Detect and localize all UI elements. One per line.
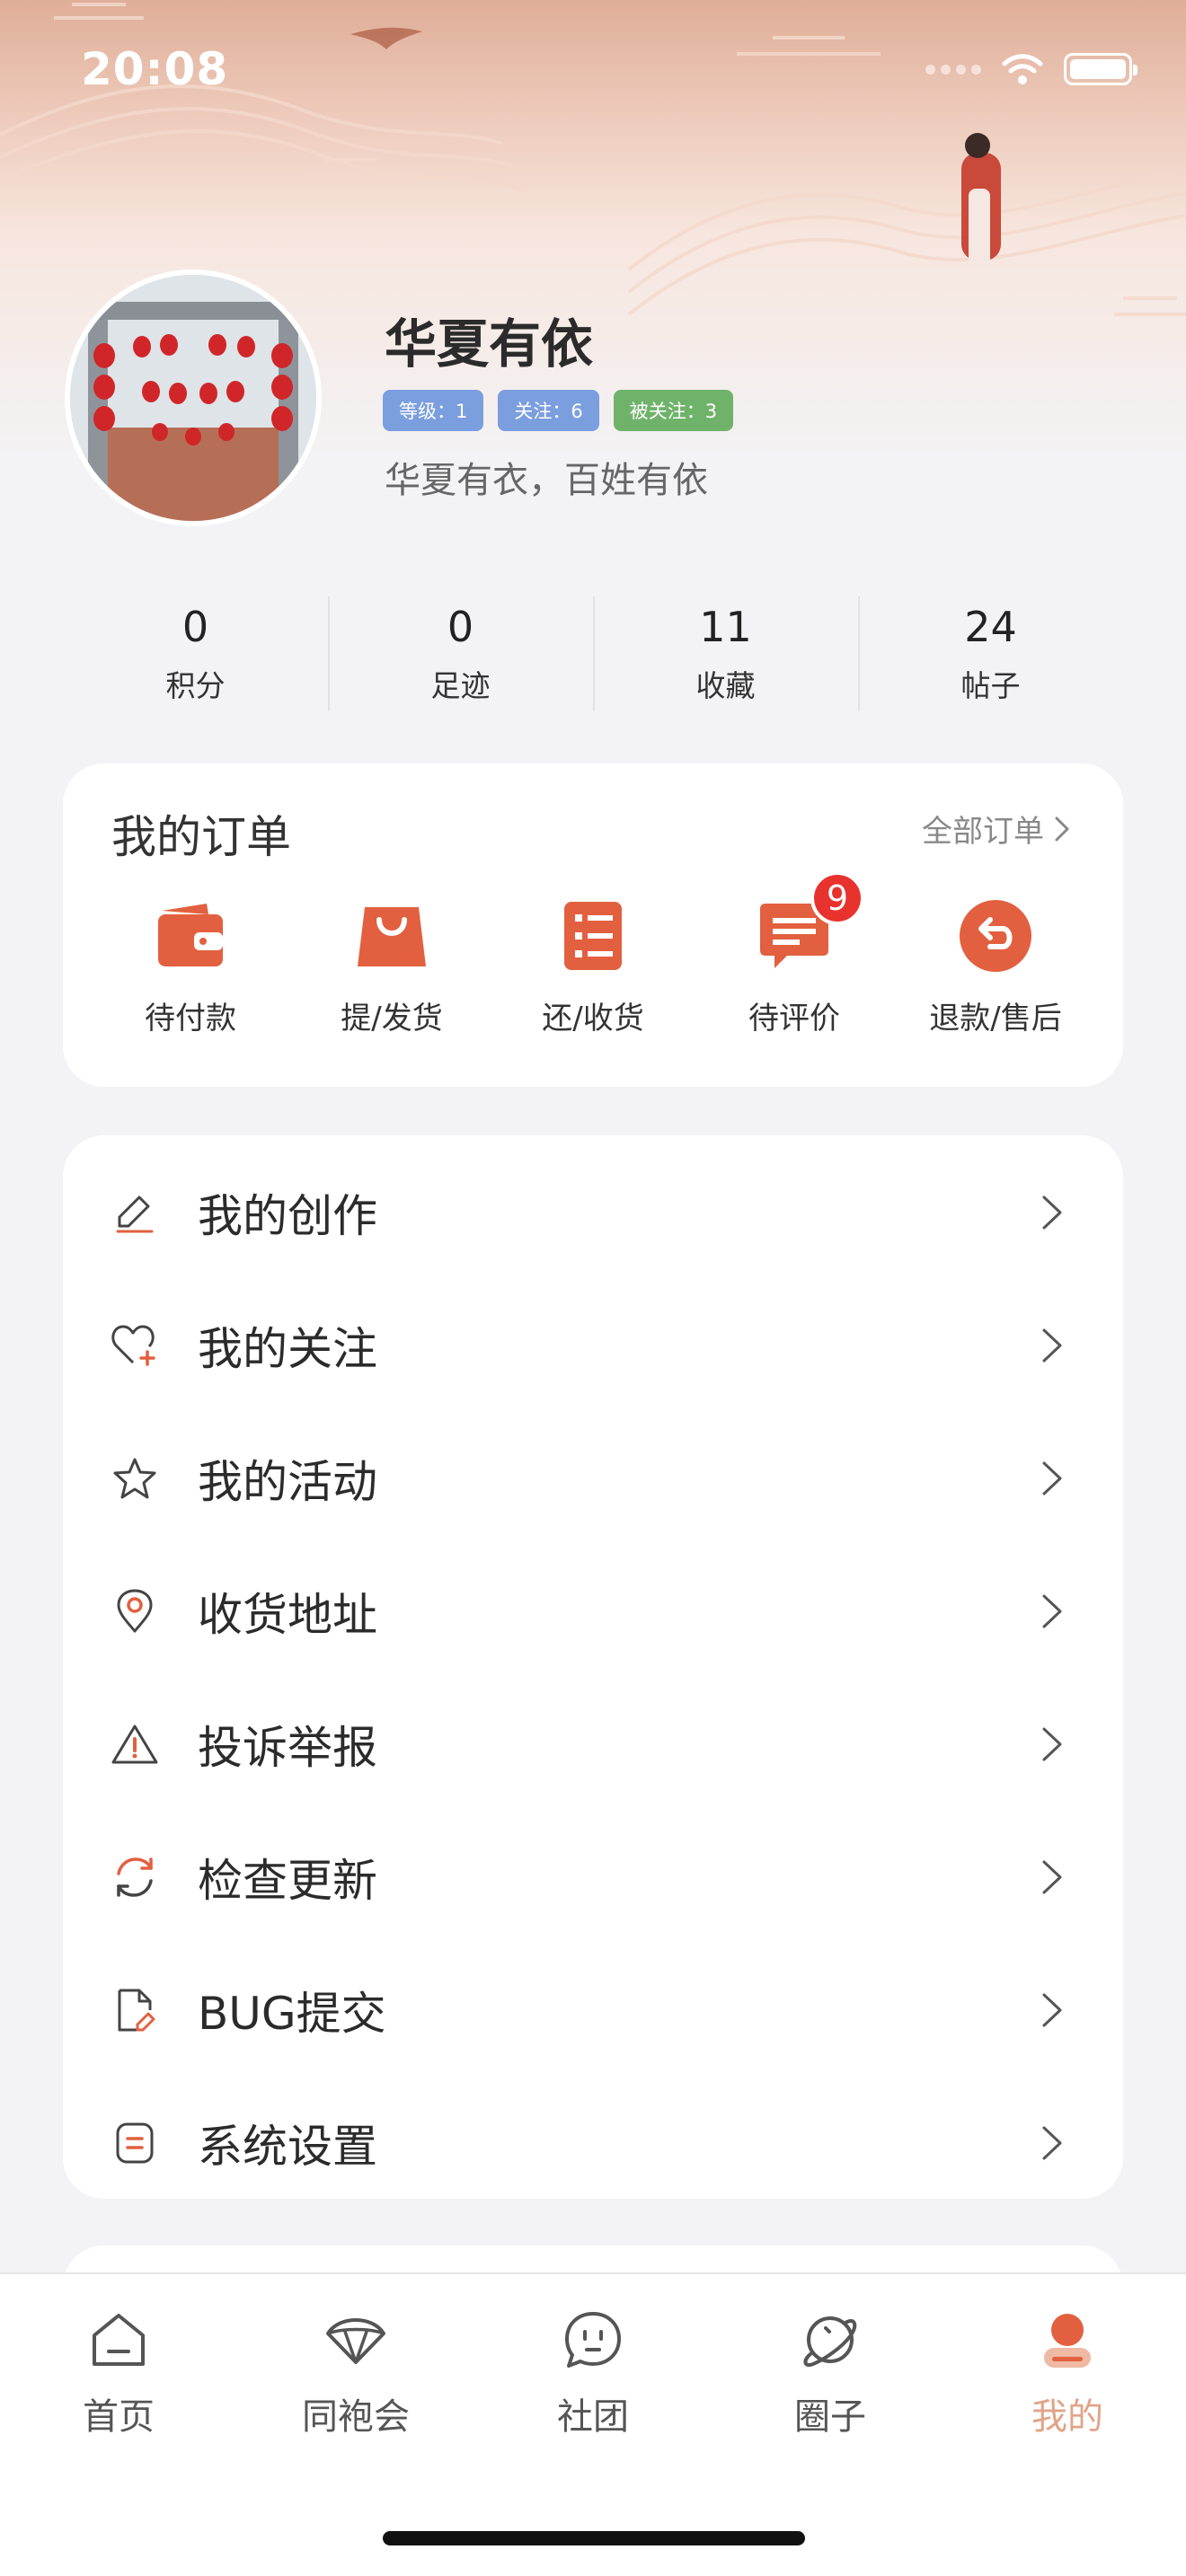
profile-motto: 华夏有衣，百姓有依 xyxy=(385,460,708,501)
return-icon xyxy=(960,900,1031,972)
chevron-right-icon xyxy=(1055,816,1069,841)
chevron-right-icon xyxy=(1042,1328,1062,1363)
list-icon xyxy=(564,902,622,970)
tab-mine[interactable]: 我的 xyxy=(949,2274,1186,2454)
menu-bug-submit[interactable]: BUG提交 xyxy=(63,1944,1123,2077)
order-to-ship[interactable]: 提/发货 xyxy=(302,898,482,1037)
order-label: 还/收货 xyxy=(542,1001,644,1037)
profile-tags: 等级：1 关注：6 被关注：3 xyxy=(383,390,734,431)
followers-tag[interactable]: 被关注：3 xyxy=(613,390,734,431)
all-orders-link[interactable]: 全部订单 xyxy=(922,807,1071,851)
umbrella-icon xyxy=(326,2318,385,2364)
menu-my-follows[interactable]: 我的关注 xyxy=(63,1279,1123,1412)
stat-value: 11 xyxy=(699,603,752,651)
menu-label: BUG提交 xyxy=(198,1988,386,2040)
menu-shipping-address[interactable]: 收货地址 xyxy=(63,1545,1123,1678)
heart-plus-icon xyxy=(110,1320,160,1371)
warning-icon xyxy=(110,1719,160,1769)
order-items: 待付款 提/发货 还/收货 9 待评价 退款/售后 xyxy=(63,871,1123,1037)
figure-illustration xyxy=(961,133,1001,269)
chevron-right-icon xyxy=(1042,1594,1062,1628)
signal-icon xyxy=(925,64,981,75)
wifi-icon xyxy=(1002,54,1043,84)
tab-label: 同袍会 xyxy=(302,2396,410,2438)
tab-home[interactable]: 首页 xyxy=(0,2274,237,2454)
battery-icon xyxy=(1064,53,1137,85)
chevron-right-icon xyxy=(1042,1860,1062,1894)
chevron-right-icon xyxy=(1042,1461,1062,1495)
menu-label: 检查更新 xyxy=(198,1855,377,1907)
chevron-right-icon xyxy=(1042,1727,1062,1761)
menu-system-settings[interactable]: 系统设置 xyxy=(63,2077,1123,2210)
stat-footprints[interactable]: 0 足迹 xyxy=(328,591,593,717)
stat-points[interactable]: 0 积分 xyxy=(63,591,328,717)
settings-icon xyxy=(110,2118,160,2168)
menu-my-creations[interactable]: 我的创作 xyxy=(63,1146,1123,1279)
stat-posts[interactable]: 24 帖子 xyxy=(858,591,1123,717)
menu-label: 投诉举报 xyxy=(198,1722,377,1774)
tab-label: 圈子 xyxy=(794,2396,866,2438)
menu-label: 我的活动 xyxy=(198,1456,377,1508)
chat-face-icon xyxy=(565,2312,621,2368)
shopping-bag-icon xyxy=(358,907,426,966)
wallet-icon xyxy=(158,904,223,966)
menu-report[interactable]: 投诉举报 xyxy=(63,1678,1123,1811)
stat-label: 帖子 xyxy=(960,668,1021,703)
chevron-right-icon xyxy=(1042,1993,1062,2027)
tab-label: 我的 xyxy=(1031,2396,1103,2438)
stat-label: 积分 xyxy=(165,668,226,703)
order-label: 待付款 xyxy=(145,1001,236,1037)
stat-value: 0 xyxy=(447,603,474,651)
order-card: 我的订单 全部订单 待付款 提/发货 还/收货 9 待评价 退款/售后 xyxy=(63,763,1123,1087)
menu-card: 我的创作 我的关注 我的活动 收货地址 投诉举报 检查更新 BUG提交 系统设置 xyxy=(63,1135,1123,2199)
avatar[interactable] xyxy=(65,269,322,526)
refresh-icon xyxy=(110,1852,160,1902)
location-pin-icon xyxy=(110,1586,160,1636)
pencil-icon xyxy=(110,1187,160,1238)
all-orders-label: 全部订单 xyxy=(922,814,1044,850)
chevron-right-icon xyxy=(1042,2126,1062,2160)
stats-row: 0 积分 0 足迹 11 收藏 24 帖子 xyxy=(63,591,1123,717)
order-to-receive[interactable]: 还/收货 xyxy=(503,898,683,1037)
review-count-badge: 9 xyxy=(810,871,864,925)
profile-name: 华夏有依 xyxy=(385,313,594,375)
order-refund-aftersales[interactable]: 退款/售后 xyxy=(906,898,1085,1037)
planet-icon xyxy=(803,2316,857,2367)
stat-value: 0 xyxy=(181,603,209,651)
menu-label: 我的创作 xyxy=(198,1190,377,1242)
tab-label: 社团 xyxy=(557,2396,629,2438)
tab-circle[interactable]: 圈子 xyxy=(712,2274,949,2454)
level-tag: 等级：1 xyxy=(383,390,484,431)
stat-label: 足迹 xyxy=(430,668,491,703)
order-pending-payment[interactable]: 待付款 xyxy=(101,898,280,1037)
order-label: 退款/售后 xyxy=(929,1001,1062,1037)
document-edit-icon xyxy=(110,1985,160,2035)
tab-club[interactable]: 社团 xyxy=(474,2274,712,2454)
order-to-review[interactable]: 9 待评价 xyxy=(704,871,884,1037)
tab-label: 首页 xyxy=(83,2396,155,2438)
menu-check-update[interactable]: 检查更新 xyxy=(63,1811,1123,1944)
home-icon xyxy=(93,2314,145,2366)
avatar-image xyxy=(70,275,316,521)
order-label: 待评价 xyxy=(748,1001,840,1037)
menu-my-activities[interactable]: 我的活动 xyxy=(63,1412,1123,1545)
order-title: 我的订单 xyxy=(111,811,291,863)
menu-label: 系统设置 xyxy=(198,2121,377,2173)
following-tag[interactable]: 关注：6 xyxy=(498,390,599,431)
tab-tongpao[interactable]: 同袍会 xyxy=(237,2274,474,2454)
stat-label: 收藏 xyxy=(695,668,756,703)
menu-label: 收货地址 xyxy=(198,1589,377,1641)
menu-label: 我的关注 xyxy=(198,1323,377,1375)
stat-favorites[interactable]: 11 收藏 xyxy=(593,591,858,717)
user-icon xyxy=(1044,2314,1091,2368)
star-icon xyxy=(110,1453,160,1504)
order-label: 提/发货 xyxy=(341,1001,443,1037)
chevron-right-icon xyxy=(1042,1195,1062,1230)
home-indicator[interactable] xyxy=(383,2531,805,2545)
status-icons xyxy=(925,52,1137,86)
stat-value: 24 xyxy=(964,603,1017,651)
status-time: 20:08 xyxy=(81,43,229,95)
